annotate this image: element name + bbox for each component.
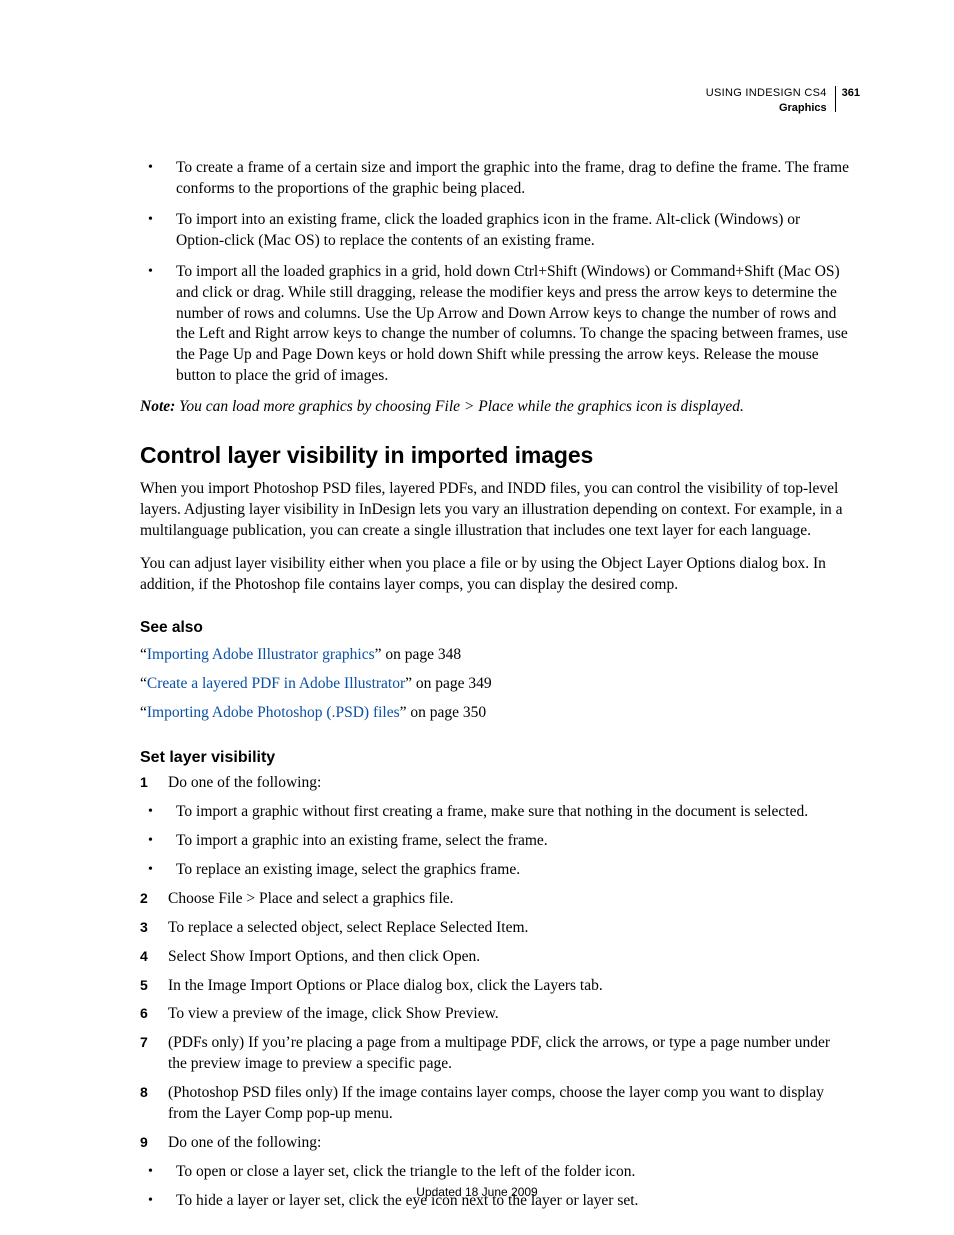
bullet-icon: • xyxy=(140,802,176,823)
paragraph: When you import Photoshop PSD files, lay… xyxy=(140,479,850,542)
step-number: 4 xyxy=(140,947,168,968)
cross-ref-link[interactable]: Importing Adobe Photoshop (.PSD) files xyxy=(147,704,400,721)
cross-ref-link[interactable]: Importing Adobe Illustrator graphics xyxy=(147,646,375,663)
list-item: 6To view a preview of the image, click S… xyxy=(140,1004,850,1025)
step-number: 7 xyxy=(140,1033,168,1075)
paragraph: You can adjust layer visibility either w… xyxy=(140,554,850,596)
bullet-icon: • xyxy=(140,262,176,388)
list-item: 2Choose File > Place and select a graphi… xyxy=(140,889,850,910)
list-item-text: To import a graphic into an existing fra… xyxy=(176,831,850,852)
list-item-text: (PDFs only) If you’re placing a page fro… xyxy=(168,1033,850,1075)
list-item-text: (Photoshop PSD files only) If the image … xyxy=(168,1083,850,1125)
subsection-heading: Set layer visibility xyxy=(140,747,850,769)
footer-updated: Updated 18 June 2009 xyxy=(0,1184,954,1200)
header-text: USING INDESIGN CS4 Graphics xyxy=(706,86,835,116)
quote-open: “ xyxy=(140,704,147,721)
note-paragraph: Note: You can load more graphics by choo… xyxy=(140,397,850,418)
list-item: •To import a graphic into an existing fr… xyxy=(140,831,850,852)
list-item-text: To replace a selected object, select Rep… xyxy=(168,918,850,939)
cross-ref-suffix: ” on page 349 xyxy=(405,675,492,692)
bullet-icon: • xyxy=(140,1162,176,1183)
step-number: 5 xyxy=(140,976,168,997)
list-item-text: Choose File > Place and select a graphic… xyxy=(168,889,850,910)
steps-list: 1Do one of the following:•To import a gr… xyxy=(140,773,850,1212)
list-item: 5In the Image Import Options or Place di… xyxy=(140,976,850,997)
list-item: •To replace an existing image, select th… xyxy=(140,860,850,881)
list-item: •To open or close a layer set, click the… xyxy=(140,1162,850,1183)
list-item-text: To create a frame of a certain size and … xyxy=(176,158,850,200)
cross-ref-link[interactable]: Create a layered PDF in Adobe Illustrato… xyxy=(147,675,405,692)
page: USING INDESIGN CS4 Graphics 361 • To cre… xyxy=(0,0,954,1235)
list-item-text: Select Show Import Options, and then cli… xyxy=(168,947,850,968)
list-item: 4Select Show Import Options, and then cl… xyxy=(140,947,850,968)
see-also-heading: See also xyxy=(140,618,850,639)
bullet-icon: • xyxy=(140,831,176,852)
list-item: • To create a frame of a certain size an… xyxy=(140,158,850,200)
note-label: Note: xyxy=(140,398,175,415)
page-number: 361 xyxy=(836,86,860,101)
step-number: 1 xyxy=(140,773,168,794)
list-item: 9Do one of the following: xyxy=(140,1133,850,1154)
header-chapter: Graphics xyxy=(706,101,827,116)
quote-open: “ xyxy=(140,646,147,663)
note-body: You can load more graphics by choosing F… xyxy=(175,398,744,415)
step-number: 2 xyxy=(140,889,168,910)
list-item-text: To import into an existing frame, click … xyxy=(176,210,850,252)
list-item: •To import a graphic without first creat… xyxy=(140,802,850,823)
header-book-title: USING INDESIGN CS4 xyxy=(706,86,827,101)
content-column: • To create a frame of a certain size an… xyxy=(140,158,850,1220)
list-item-text: To import all the loaded graphics in a g… xyxy=(176,262,850,388)
list-item: 7(PDFs only) If you’re placing a page fr… xyxy=(140,1033,850,1075)
list-item: 8(Photoshop PSD files only) If the image… xyxy=(140,1083,850,1125)
list-item: • To import all the loaded graphics in a… xyxy=(140,262,850,388)
bullet-icon: • xyxy=(140,158,176,200)
cross-ref-suffix: ” on page 350 xyxy=(400,704,487,721)
cross-ref-suffix: ” on page 348 xyxy=(375,646,462,663)
see-also-item: “Create a layered PDF in Adobe Illustrat… xyxy=(140,674,850,695)
list-item-text: To open or close a layer set, click the … xyxy=(176,1162,850,1183)
step-number: 3 xyxy=(140,918,168,939)
list-item-text: Do one of the following: xyxy=(168,1133,850,1154)
section-heading: Control layer visibility in imported ima… xyxy=(140,440,850,471)
list-item-text: In the Image Import Options or Place dia… xyxy=(168,976,850,997)
list-item-text: To import a graphic without first creati… xyxy=(176,802,850,823)
step-number: 9 xyxy=(140,1133,168,1154)
list-item: • To import into an existing frame, clic… xyxy=(140,210,850,252)
running-header: USING INDESIGN CS4 Graphics 361 xyxy=(706,86,860,116)
list-item: 1Do one of the following: xyxy=(140,773,850,794)
list-item-text: Do one of the following: xyxy=(168,773,850,794)
list-item-text: To view a preview of the image, click Sh… xyxy=(168,1004,850,1025)
see-also-item: “Importing Adobe Illustrator graphics” o… xyxy=(140,645,850,666)
quote-open: “ xyxy=(140,675,147,692)
list-item: 3To replace a selected object, select Re… xyxy=(140,918,850,939)
bullet-icon: • xyxy=(140,210,176,252)
list-item-text: To replace an existing image, select the… xyxy=(176,860,850,881)
see-also-item: “Importing Adobe Photoshop (.PSD) files”… xyxy=(140,703,850,724)
step-number: 6 xyxy=(140,1004,168,1025)
step-number: 8 xyxy=(140,1083,168,1125)
bullet-icon: • xyxy=(140,860,176,881)
